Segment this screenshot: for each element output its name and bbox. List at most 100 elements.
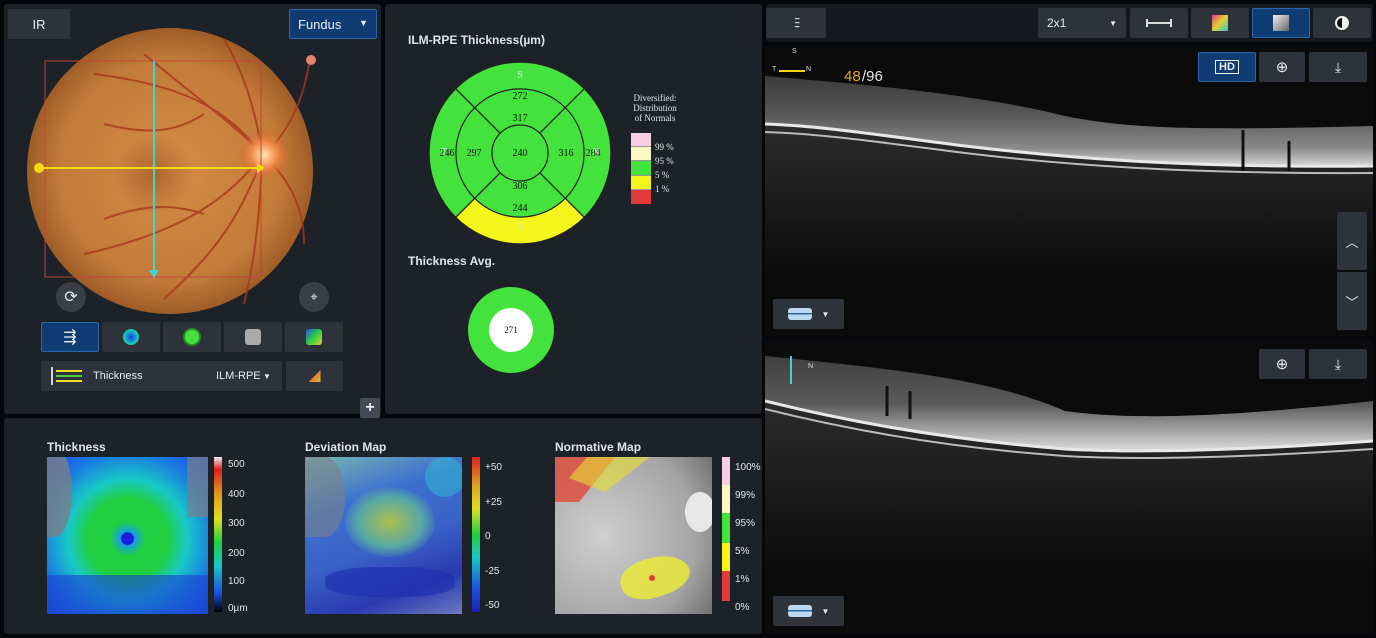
thickness-scale-400: 400 xyxy=(228,489,245,500)
thickness-scale-200: 200 xyxy=(228,548,245,559)
plus-icon: + xyxy=(365,399,375,416)
etdrs-sector-chart: 272 317 240 297 246 316 284 306 244 S I … xyxy=(428,61,612,244)
legend-title-line3: of Normals xyxy=(634,113,676,123)
legend-swatches xyxy=(631,133,651,205)
oct-bscan-top[interactable]: S T N 48 /96 HD ⊕ ⤓ ︿ ﹀ ▼ xyxy=(765,46,1373,336)
scan-dir-nasal-bottom: N xyxy=(808,363,814,370)
sector-inner-temporal: 297 xyxy=(467,148,482,159)
thickness-scale-300: 300 xyxy=(228,518,245,529)
chevron-down-icon: ﹀ xyxy=(1345,294,1359,310)
contrast-button[interactable] xyxy=(1313,8,1371,38)
normals-legend: Diversified: Distribution of Normals xyxy=(615,93,695,123)
layer-view-icon xyxy=(787,605,812,617)
scan-dir-superior: S xyxy=(792,48,797,55)
color-palette-button[interactable] xyxy=(1191,8,1249,38)
legend-5: 5 % xyxy=(655,170,670,180)
layer-view-select-top[interactable]: ▼ xyxy=(773,299,844,329)
thickness-scale-500: 500 xyxy=(228,459,245,470)
adjust-sliders-icon: ⫶⫶⫶ xyxy=(793,14,800,31)
lines-arrow-icon: ⇶ xyxy=(63,329,77,346)
zoom-in-button[interactable]: ⊕ xyxy=(1259,52,1305,82)
direction-superior: S xyxy=(517,70,523,81)
thickness-map[interactable] xyxy=(47,457,208,614)
sector-inner-bottom: 306 xyxy=(513,181,528,192)
fundus-panel: IR Fundus ▼ ⟳ ⌖ ⇶ Thickness ILM-RPE ▼ + xyxy=(4,4,381,418)
chevron-up-icon: ︿ xyxy=(1345,234,1359,250)
grayscale-icon xyxy=(1273,15,1289,31)
oct-toolbar: ⫶⫶⫶ 2x1 ▼ xyxy=(766,4,1373,42)
normative-map[interactable] xyxy=(555,457,712,614)
slice-down-button[interactable]: ﹀ xyxy=(1337,272,1367,330)
caliper-icon xyxy=(1146,19,1172,27)
deviation-color-scale xyxy=(472,457,480,612)
deviation-map-title: Deviation Map xyxy=(305,440,387,454)
sector-inner-nasal: 316 xyxy=(559,148,574,159)
scan-dir-nasal: N xyxy=(806,66,812,73)
etdrs-grid-mode-button[interactable] xyxy=(163,322,221,352)
deviation-scale-minus50: -50 xyxy=(485,600,500,611)
grayscale-button[interactable] xyxy=(1252,8,1310,38)
contrast-icon xyxy=(1335,16,1349,30)
enface-icon xyxy=(245,329,261,345)
layer-color-button[interactable] xyxy=(286,361,343,391)
normative-scale-0: 0% xyxy=(735,602,750,613)
color-palette-icon xyxy=(1212,15,1228,31)
sector-center: 240 xyxy=(513,148,528,159)
normative-scale-99: 99% xyxy=(735,490,756,501)
slice-current: 48 xyxy=(844,68,861,85)
thickness-scale-0: 0µm xyxy=(228,603,248,614)
legend-1: 1 % xyxy=(655,184,670,194)
hd-button[interactable]: HD xyxy=(1198,52,1256,82)
zoom-in-button-bottom[interactable]: ⊕ xyxy=(1259,349,1305,379)
deviation-scale-minus25: -25 xyxy=(485,566,500,577)
deviation-scale-plus25: +25 xyxy=(485,497,502,508)
thickness-avg-value: 271 xyxy=(504,325,518,335)
caliper-button[interactable] xyxy=(1130,8,1188,38)
scan-arrow-icon xyxy=(779,70,805,72)
scan-dir-temporal: T xyxy=(772,66,777,73)
etdrs-grid-icon xyxy=(183,328,201,346)
enface-mode-button[interactable] xyxy=(224,322,282,352)
layer-select[interactable]: Thickness ILM-RPE ▼ xyxy=(41,361,282,391)
zoom-in-icon: ⊕ xyxy=(1275,356,1289,373)
slice-up-button[interactable]: ︿ xyxy=(1337,212,1367,270)
recenter-button[interactable]: ⌖ xyxy=(299,282,329,312)
normative-scale-95: 95% xyxy=(735,518,756,529)
layer-view-icon xyxy=(787,308,812,320)
oct-bscan-bottom[interactable]: N ⊕ ⤓ ▼ xyxy=(765,341,1373,634)
deviation-mode-button[interactable] xyxy=(285,322,343,352)
target-icon: ⌖ xyxy=(310,289,318,304)
deviation-map[interactable] xyxy=(305,457,462,614)
layout-select[interactable]: 2x1 ▼ xyxy=(1038,8,1126,38)
download-icon: ⤓ xyxy=(1334,355,1342,372)
thickness-map-mode-button[interactable] xyxy=(102,322,160,352)
thickness-scale-100: 100 xyxy=(228,576,245,587)
vertical-scan-arrow-icon xyxy=(790,356,792,384)
adjust-button[interactable]: ⫶⫶⫶ xyxy=(766,8,826,38)
normative-map-title: Normative Map xyxy=(555,440,642,454)
legend-95: 95 % xyxy=(655,156,674,166)
direction-inferior: I xyxy=(518,222,521,233)
download-button[interactable]: ⤓ xyxy=(1309,52,1367,82)
zoom-in-icon: ⊕ xyxy=(1275,59,1289,76)
layer-view-select-bottom[interactable]: ▼ xyxy=(773,596,844,626)
refresh-button[interactable]: ⟳ xyxy=(56,282,86,312)
direction-nasal: N xyxy=(592,147,599,158)
legend-title-line2: Distribution xyxy=(633,103,677,113)
add-panel-button[interactable]: + xyxy=(360,398,380,418)
layer-thickness-label: Thickness xyxy=(93,370,143,382)
thickness-avg-ring: 271 xyxy=(468,287,554,373)
sector-outer-bottom: 244 xyxy=(513,203,528,214)
bscan-mode-button[interactable]: ⇶ xyxy=(41,322,99,352)
normative-scale-5: 5% xyxy=(735,546,750,557)
legend-title-line1: Diversified: xyxy=(633,93,677,103)
layer-name-label: ILM-RPE xyxy=(216,370,261,382)
fundus-image[interactable] xyxy=(4,4,381,324)
thickness-map-title: Thickness xyxy=(47,440,106,454)
legend-99: 99 % xyxy=(655,142,674,152)
sector-outer-top: 272 xyxy=(513,91,528,102)
direction-temporal: T xyxy=(441,147,447,158)
download-button-bottom[interactable]: ⤓ xyxy=(1309,349,1367,379)
thickness-avg-center: 271 xyxy=(489,308,533,352)
maps-panel: Thickness 500 400 300 200 100 0µm Deviat… xyxy=(4,418,762,634)
